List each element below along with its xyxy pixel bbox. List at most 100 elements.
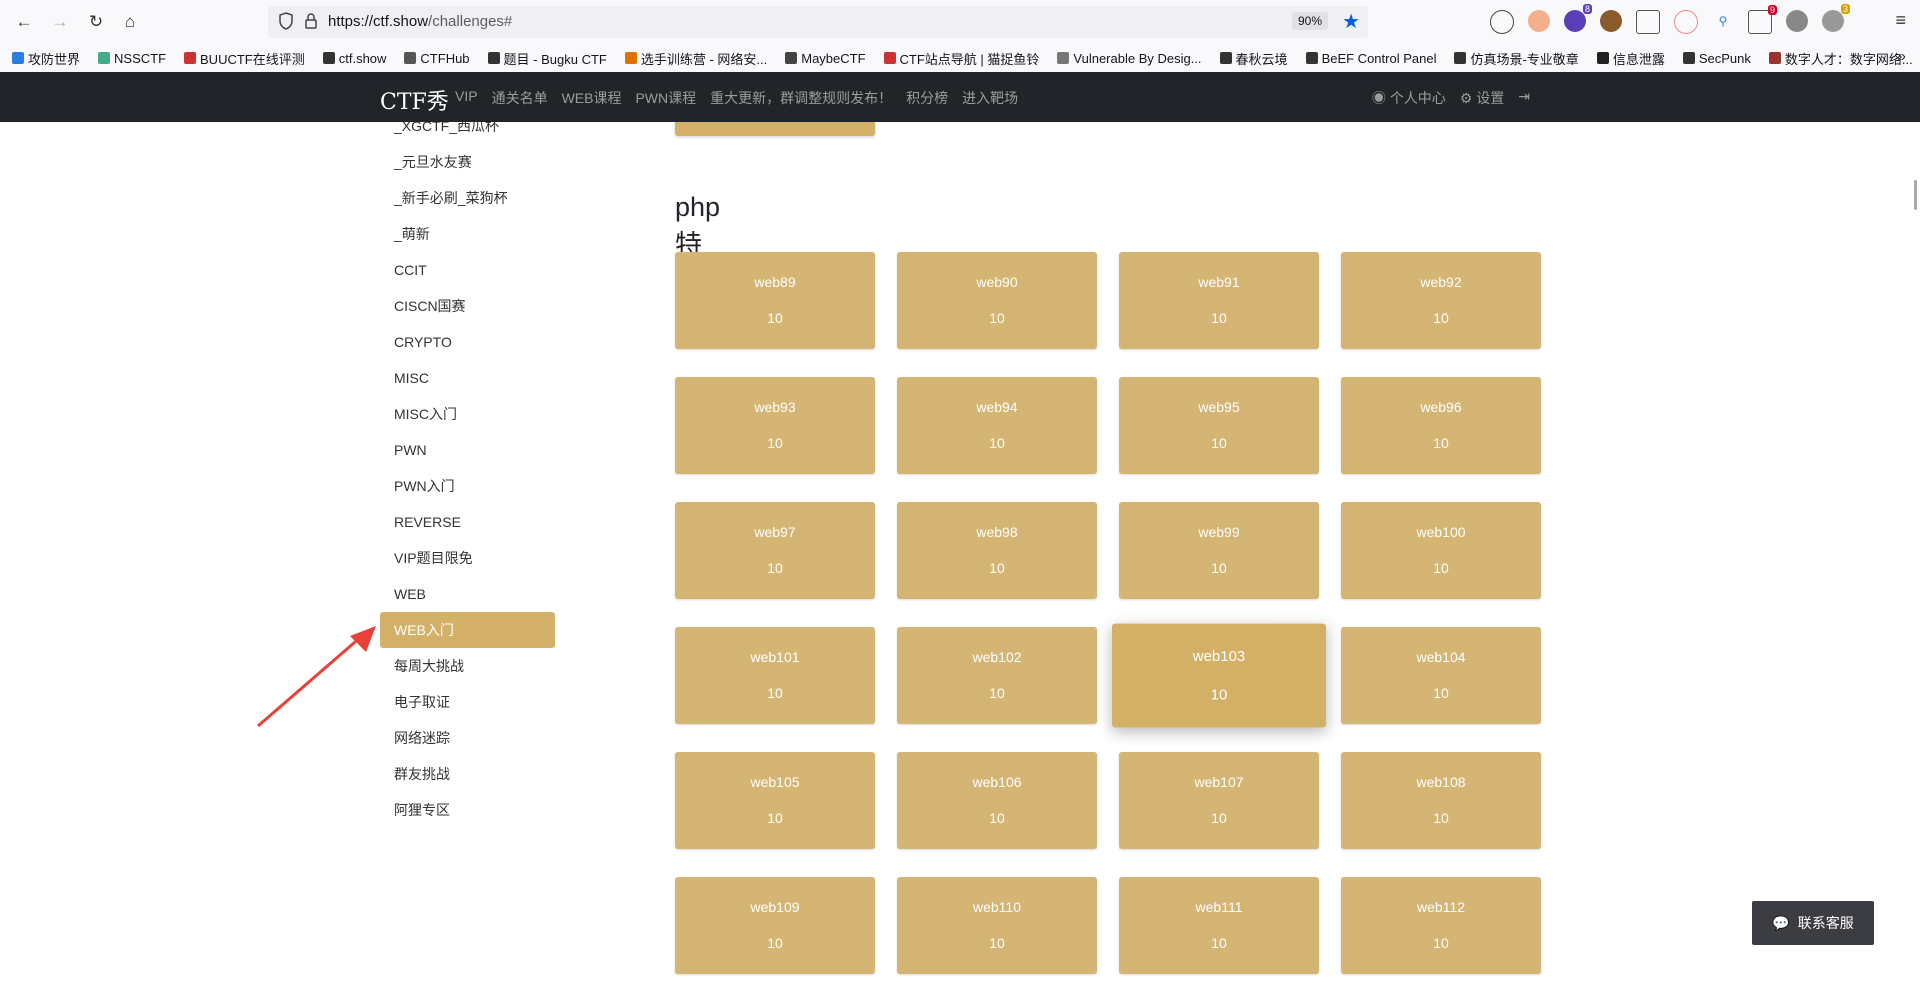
challenge-card[interactable]: web99 10 [1119,502,1319,599]
sidebar-item[interactable]: MISC [380,360,555,396]
challenge-card[interactable]: web102 10 [897,627,1097,724]
nav-link[interactable]: VIP [455,88,478,108]
challenge-card[interactable]: web89 10 [675,252,875,349]
challenge-card[interactable]: web96 10 [1341,377,1541,474]
bookmark-item[interactable]: Vulnerable By Desig... [1057,51,1202,66]
challenge-card[interactable]: web100 10 [1341,502,1541,599]
sidebar-item[interactable]: VIP题目限免 [380,540,555,576]
challenge-card[interactable]: web105 10 [675,752,875,849]
extension-icon[interactable] [1786,10,1808,32]
bookmark-star-icon[interactable]: ★ [1342,9,1360,34]
challenge-card[interactable]: web92 10 [1341,252,1541,349]
bookmark-item[interactable]: CTFHub [404,51,470,66]
sidebar-item[interactable]: _XGCTF_西瓜杯 [380,122,555,144]
challenge-card[interactable]: web98 10 [897,502,1097,599]
bookmark-item[interactable]: SecPunk [1682,51,1751,66]
extension-icon[interactable] [1674,10,1698,34]
user-center-link[interactable]: ◉ 个人中心 [1372,88,1446,108]
sidebar-item[interactable]: 电子取证 [380,684,555,720]
menu-icon[interactable]: ≡ [1895,10,1906,31]
challenge-card[interactable]: web101 10 [675,627,875,724]
reload-icon[interactable]: ↻ [84,10,108,34]
challenge-card[interactable]: web112 10 [1341,877,1541,974]
challenge-card[interactable]: web103 10 [1112,623,1326,728]
sidebar-item[interactable]: 阿狸专区 [380,792,555,828]
site-logo[interactable]: CTF秀 [380,84,449,116]
account-icon[interactable] [1490,10,1514,34]
back-icon[interactable]: ← [12,10,36,34]
sidebar-item[interactable]: 每周大挑战 [380,648,555,684]
nav-link[interactable]: 积分榜 [906,88,948,108]
sidebar-item[interactable]: _新手必刷_菜狗杯 [380,180,555,216]
bookmark-item[interactable]: 选手训练营 - 网络安... [624,49,767,68]
url-bar[interactable]: https://ctf.show/challenges# 90% ★ [268,6,1368,38]
challenge-card[interactable]: web110 10 [897,877,1097,974]
bookmark-item[interactable]: BeEF Control Panel [1305,51,1436,66]
nav-link[interactable]: 重大更新，群调整规则发布！ [710,88,892,108]
challenge-card[interactable]: web93 10 [675,377,875,474]
bookmark-item[interactable]: 春秋云境 [1219,49,1288,68]
challenge-card[interactable]: web91 10 [1119,252,1319,349]
challenge-score: 10 [989,310,1005,326]
bookmark-item[interactable]: CTF站点导航 | 猫捉鱼铃 [883,49,1039,68]
bookmark-item[interactable]: 题目 - Bugku CTF [487,49,607,68]
bookmark-item[interactable]: 仿真场景-专业敬章 [1454,49,1579,68]
challenge-card[interactable]: web109 10 [675,877,875,974]
sidebar-item[interactable]: PWN入门 [380,468,555,504]
challenge-name: web94 [976,399,1018,415]
sidebar-item[interactable]: REVERSE [380,504,555,540]
bookmark-item[interactable]: NSSCTF [98,51,166,66]
zoom-level[interactable]: 90% [1291,12,1328,30]
home-icon[interactable]: ⌂ [118,10,142,34]
bookmark-item[interactable]: BUUCTF在线评测 [184,49,305,68]
challenge-card[interactable]: web95 10 [1119,377,1319,474]
bookmark-favicon-icon [1305,52,1318,64]
bookmark-item[interactable]: MaybeCTF [785,51,866,66]
challenge-card[interactable]: web106 10 [897,752,1097,849]
challenge-card[interactable]: web107 10 [1119,752,1319,849]
challenge-card[interactable]: web111 10 [1119,877,1319,974]
lock-icon[interactable] [304,12,318,30]
contact-service-button[interactable]: 💬 联系客服 [1752,901,1874,945]
extension-icon[interactable]: 3 [1822,4,1850,32]
forward-icon[interactable]: → [48,10,72,34]
extension-icon[interactable] [1528,10,1550,32]
sidebar-item[interactable]: CISCN国赛 [380,288,555,324]
nav-link[interactable]: 进入靶场 [962,88,1018,108]
previous-section-card[interactable] [675,122,875,136]
nav-link[interactable]: WEB课程 [562,88,622,108]
extension-icon[interactable]: 9 [1748,5,1777,34]
sidebar-item[interactable]: _萌新 [380,216,555,252]
scrollbar-thumb[interactable] [1914,180,1917,210]
nav-link[interactable]: 通关名单 [492,88,548,108]
bookmark-item[interactable]: ctf.show [322,51,386,66]
shield-icon[interactable] [278,12,294,30]
sidebar-item[interactable]: 群友挑战 [380,756,555,792]
challenge-card[interactable]: web90 10 [897,252,1097,349]
sidebar-item[interactable]: CCIT [380,252,555,288]
pin-icon[interactable]: ⚲ [1712,10,1734,32]
chevron-right-icon[interactable]: » [1897,48,1906,66]
puzzle-icon[interactable] [1636,10,1660,34]
bookmark-favicon-icon [1219,52,1232,64]
nav-link[interactable]: PWN课程 [635,88,696,108]
sidebar-item[interactable]: MISC入门 [380,396,555,432]
challenge-name: web89 [754,274,796,290]
sidebar-item[interactable]: CRYPTO [380,324,555,360]
cookie-icon[interactable] [1600,10,1622,32]
bookmark-item[interactable]: 信息泄露 [1596,49,1665,68]
sidebar-item[interactable]: WEB入门 [380,612,555,648]
sidebar-item[interactable]: 网络迷踪 [380,720,555,756]
sidebar-item[interactable]: WEB [380,576,555,612]
bookmark-item[interactable]: 数字人才：数字网络... [1768,49,1913,68]
sidebar-item[interactable]: _元旦水友赛 [380,144,555,180]
extension-icon[interactable]: 8 [1564,4,1592,32]
challenge-card[interactable]: web104 10 [1341,627,1541,724]
challenge-card[interactable]: web108 10 [1341,752,1541,849]
settings-link[interactable]: ⚙ 设置 [1460,88,1504,108]
challenge-card[interactable]: web97 10 [675,502,875,599]
challenge-card[interactable]: web94 10 [897,377,1097,474]
bookmark-item[interactable]: 攻防世界 [12,49,80,68]
logout-icon[interactable]: ⇥ [1518,88,1530,108]
sidebar-item[interactable]: PWN [380,432,555,468]
